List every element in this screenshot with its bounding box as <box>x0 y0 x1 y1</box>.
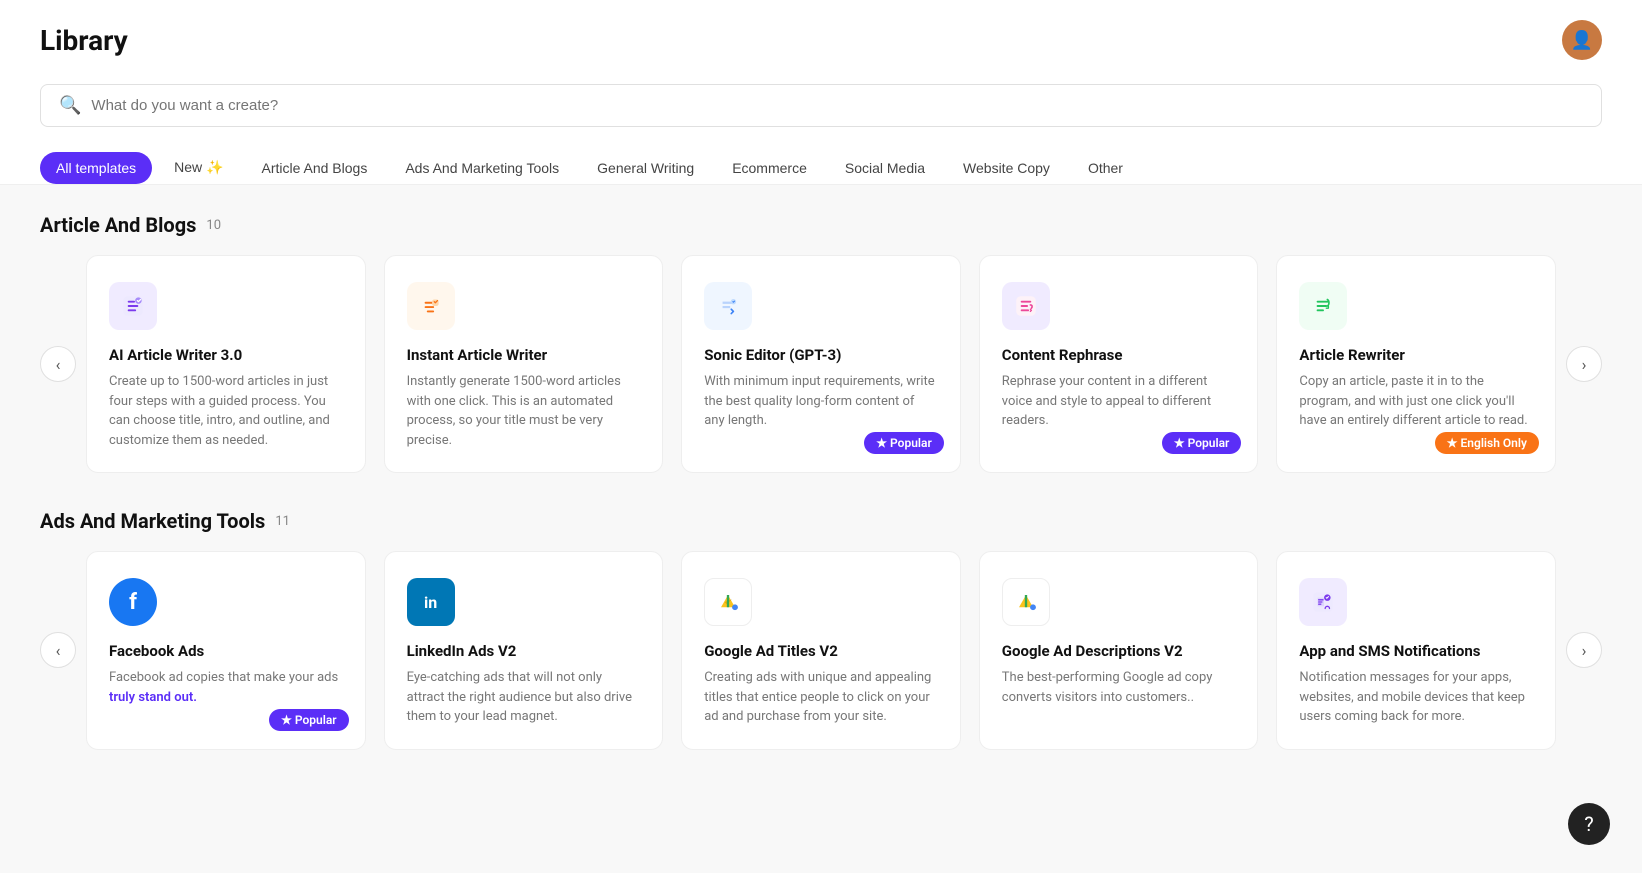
page-title: Library <box>40 24 128 57</box>
content-rephrase-icon <box>1002 282 1050 330</box>
facebook-ads-badge: ★ Popular <box>269 709 348 731</box>
article-blogs-count: 10 <box>206 218 221 233</box>
article-blogs-cards: AI Article Writer 3.0 Create up to 1500-… <box>86 255 1556 473</box>
ads-marketing-next-arrow[interactable]: › <box>1566 632 1602 668</box>
card-content-rephrase[interactable]: Content Rephrase Rephrase your content i… <box>979 255 1259 473</box>
article-rewriter-badge: ★ English Only <box>1435 432 1539 454</box>
search-bar: 🔍 <box>40 84 1602 127</box>
tab-social-media[interactable]: Social Media <box>829 152 941 184</box>
card-instant-article-writer[interactable]: Instant Article Writer Instantly generat… <box>384 255 664 473</box>
app-sms-notifications-icon <box>1299 578 1347 626</box>
app-sms-notifications-title: App and SMS Notifications <box>1299 642 1533 660</box>
card-ai-article-writer[interactable]: AI Article Writer 3.0 Create up to 1500-… <box>86 255 366 473</box>
article-blogs-section-header: Article And Blogs 10 <box>40 213 1602 237</box>
ads-marketing-prev-arrow[interactable]: ‹ <box>40 632 76 668</box>
app-sms-notifications-desc: Notification messages for your apps, web… <box>1299 668 1533 727</box>
tab-website-copy[interactable]: Website Copy <box>947 152 1066 184</box>
search-input[interactable] <box>91 97 1583 114</box>
google-ad-descriptions-title: Google Ad Descriptions V2 <box>1002 642 1236 660</box>
tab-other[interactable]: Other <box>1072 152 1139 184</box>
card-linkedin-ads[interactable]: in LinkedIn Ads V2 Eye-catching ads that… <box>384 551 664 750</box>
instant-article-writer-icon <box>407 282 455 330</box>
google-ad-titles-desc: Creating ads with unique and appealing t… <box>704 668 938 727</box>
article-rewriter-desc: Copy an article, paste it in to the prog… <box>1299 372 1533 431</box>
ai-article-writer-title: AI Article Writer 3.0 <box>109 346 343 364</box>
avatar[interactable]: 👤 <box>1562 20 1602 60</box>
article-blogs-row: ‹ AI Article Writer 3.0 Create up to 150… <box>40 255 1602 473</box>
search-bar-container: 🔍 <box>0 70 1642 141</box>
card-google-ad-titles[interactable]: Google Ad Titles V2 Creating ads with un… <box>681 551 961 750</box>
ads-marketing-row: ‹ f Facebook Ads Facebook ad copies that… <box>40 551 1602 750</box>
tab-article-blogs[interactable]: Article And Blogs <box>245 152 383 184</box>
sonic-editor-badge: ★ Popular <box>864 432 943 454</box>
content-rephrase-badge: ★ Popular <box>1162 432 1241 454</box>
google-ad-titles-title: Google Ad Titles V2 <box>704 642 938 660</box>
article-blogs-next-arrow[interactable]: › <box>1566 346 1602 382</box>
facebook-ads-icon: f <box>109 578 157 626</box>
card-article-rewriter[interactable]: Article Rewriter Copy an article, paste … <box>1276 255 1556 473</box>
article-blogs-title: Article And Blogs <box>40 213 196 237</box>
card-sonic-editor[interactable]: Sonic Editor (GPT-3) With minimum input … <box>681 255 961 473</box>
sonic-editor-icon <box>704 282 752 330</box>
ads-marketing-title: Ads And Marketing Tools <box>40 509 265 533</box>
ads-marketing-count: 11 <box>275 514 290 529</box>
instant-article-writer-desc: Instantly generate 1500-word articles wi… <box>407 372 641 450</box>
ads-marketing-cards: f Facebook Ads Facebook ad copies that m… <box>86 551 1556 750</box>
card-app-sms-notifications[interactable]: App and SMS Notifications Notification m… <box>1276 551 1556 750</box>
main-content: Article And Blogs 10 ‹ AI Article Writer… <box>0 185 1642 814</box>
linkedin-ads-icon: in <box>407 578 455 626</box>
card-facebook-ads[interactable]: f Facebook Ads Facebook ad copies that m… <box>86 551 366 750</box>
google-ad-titles-icon <box>704 578 752 626</box>
tabs-container: All templates New ✨ Article And Blogs Ad… <box>0 141 1642 185</box>
google-ad-descriptions-desc: The best-performing Google ad copy conve… <box>1002 668 1236 707</box>
sonic-editor-desc: With minimum input requirements, write t… <box>704 372 938 431</box>
article-rewriter-title: Article Rewriter <box>1299 346 1533 364</box>
article-rewriter-icon <box>1299 282 1347 330</box>
tab-new[interactable]: New ✨ <box>158 151 239 184</box>
content-rephrase-title: Content Rephrase <box>1002 346 1236 364</box>
search-icon: 🔍 <box>59 95 81 116</box>
sonic-editor-title: Sonic Editor (GPT-3) <box>704 346 938 364</box>
linkedin-ads-desc: Eye-catching ads that will not only attr… <box>407 668 641 727</box>
tab-general-writing[interactable]: General Writing <box>581 152 710 184</box>
ai-article-writer-desc: Create up to 1500-word articles in just … <box>109 372 343 450</box>
tab-ads-marketing[interactable]: Ads And Marketing Tools <box>389 152 575 184</box>
instant-article-writer-title: Instant Article Writer <box>407 346 641 364</box>
facebook-ads-title: Facebook Ads <box>109 642 343 660</box>
ads-marketing-section-header: Ads And Marketing Tools 11 <box>40 509 1602 533</box>
tab-ecommerce[interactable]: Ecommerce <box>716 152 823 184</box>
header: Library 👤 <box>0 0 1642 70</box>
google-ad-descriptions-icon <box>1002 578 1050 626</box>
ai-article-writer-icon <box>109 282 157 330</box>
content-rephrase-desc: Rephrase your content in a different voi… <box>1002 372 1236 431</box>
article-blogs-prev-arrow[interactable]: ‹ <box>40 346 76 382</box>
card-google-ad-descriptions[interactable]: Google Ad Descriptions V2 The best-perfo… <box>979 551 1259 750</box>
help-button[interactable]: ? <box>1568 803 1610 845</box>
facebook-ads-desc: Facebook ad copies that make your ads tr… <box>109 668 343 707</box>
linkedin-ads-title: LinkedIn Ads V2 <box>407 642 641 660</box>
tab-all-templates[interactable]: All templates <box>40 152 152 184</box>
